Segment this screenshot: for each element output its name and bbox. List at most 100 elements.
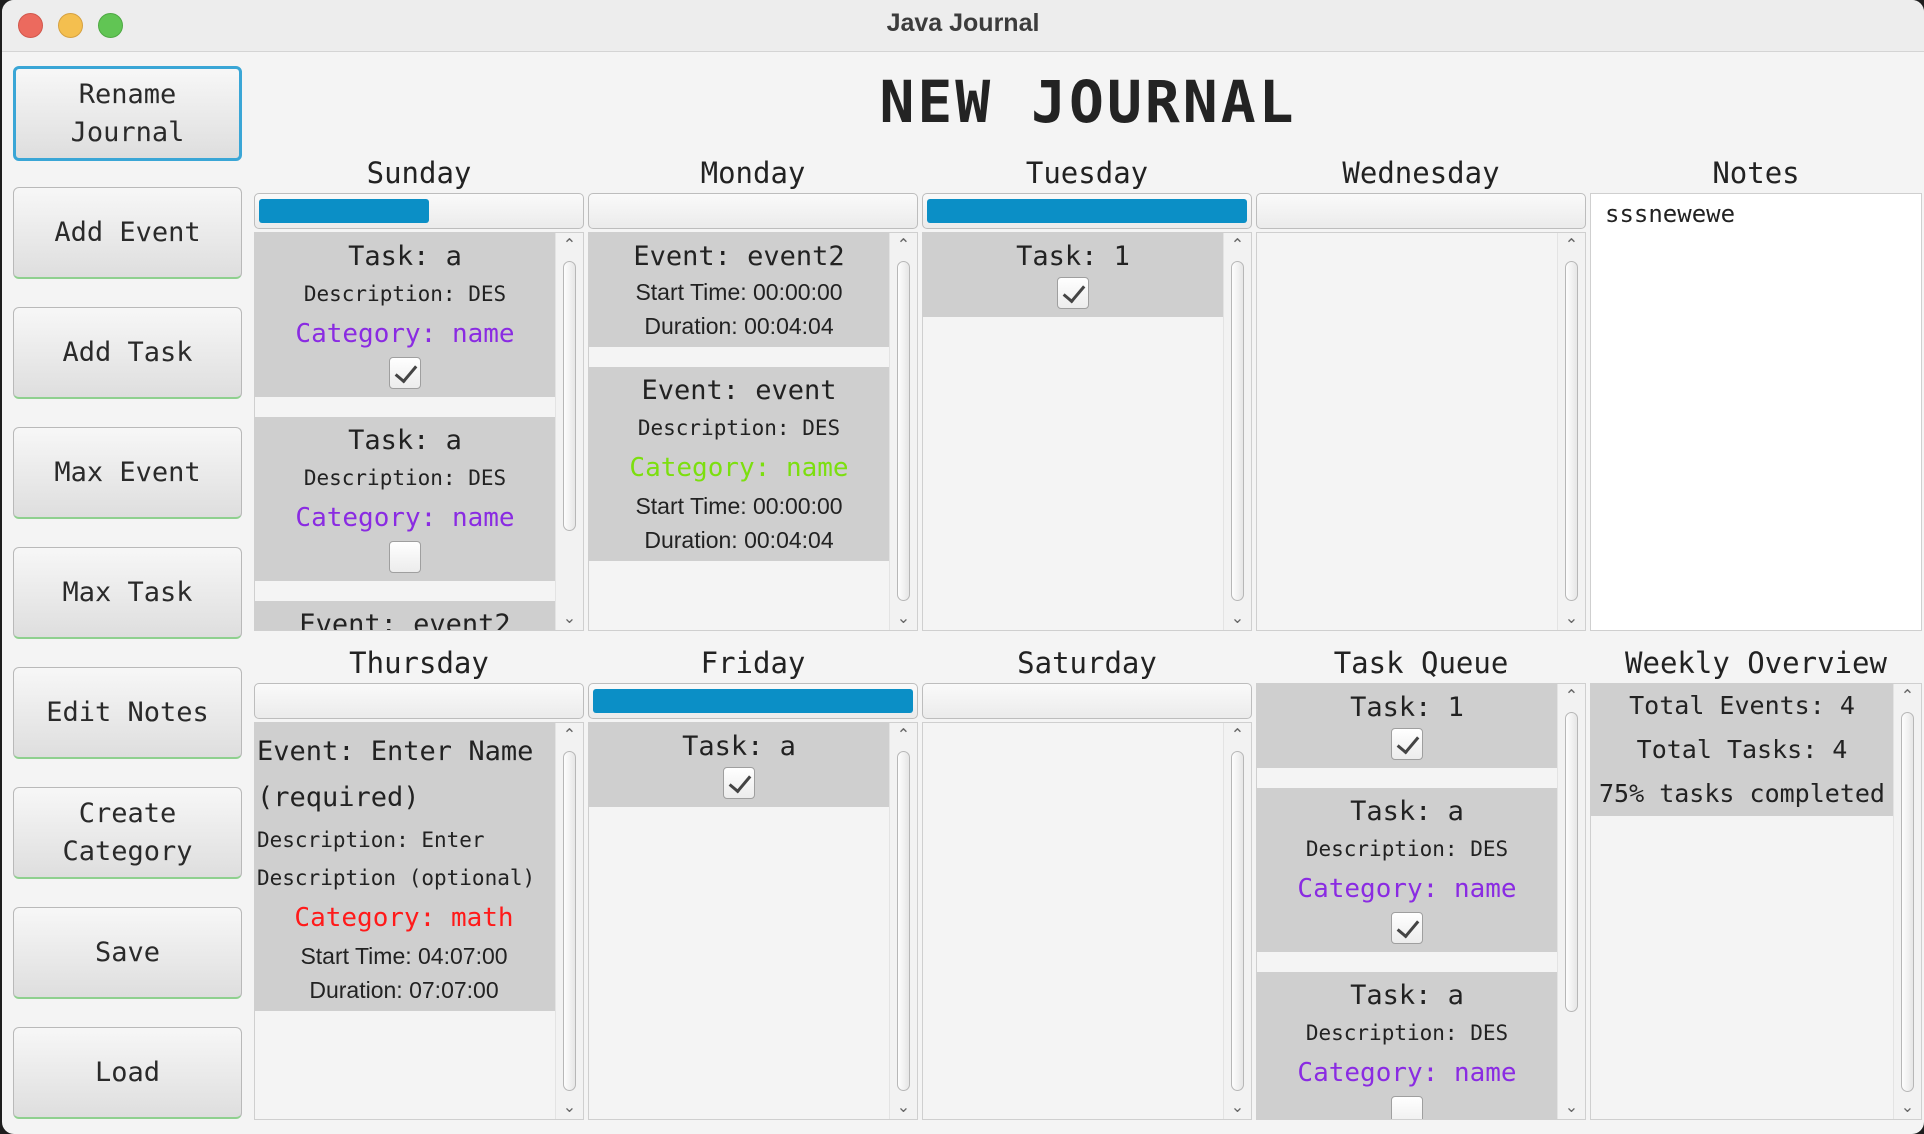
scroll-up-icon[interactable]: ⌃: [556, 235, 583, 255]
load-button[interactable]: Load: [13, 1027, 242, 1119]
scroll-up-icon[interactable]: ⌃: [890, 235, 917, 255]
save-button[interactable]: Save: [13, 907, 242, 999]
max-task-button[interactable]: Max Task: [13, 547, 242, 639]
sunday-header: Sunday: [366, 156, 472, 190]
list-item[interactable]: Task: a Description: DES Category: name: [1257, 788, 1557, 952]
list-item[interactable]: Event: event2: [255, 601, 555, 630]
friday-scrollbar[interactable]: ⌃ ⌄: [889, 723, 917, 1119]
scroll-down-icon[interactable]: ⌄: [1224, 1097, 1251, 1117]
item-duration: Duration: 00:04:04: [644, 527, 834, 553]
item-title: Task: a: [348, 241, 462, 272]
item-category: Category: name: [629, 453, 849, 483]
tuesday-scrollbar[interactable]: ⌃ ⌄: [1223, 233, 1251, 630]
scroll-thumb[interactable]: [1565, 712, 1578, 1012]
item-description: Description: DES: [1305, 837, 1509, 861]
saturday-header: Saturday: [1017, 646, 1157, 680]
tasks-completed: 75% tasks completed: [1599, 779, 1885, 808]
overview-scrollbar[interactable]: ⌃ ⌄: [1893, 684, 1921, 1119]
task-checkbox[interactable]: [1057, 277, 1089, 309]
rename-journal-button[interactable]: Rename Journal: [13, 66, 242, 161]
scroll-down-icon[interactable]: ⌄: [890, 1097, 917, 1117]
list-item[interactable]: Task: a Description: DES Category: name: [255, 233, 555, 397]
sunday-progress: [254, 193, 584, 229]
weekly-overview-panel: Total Events: 4 Total Tasks: 4 75% tasks…: [1590, 683, 1922, 1120]
sunday-list[interactable]: Task: a Description: DES Category: name …: [254, 232, 584, 631]
item-duration: Duration: 00:04:04: [644, 313, 834, 339]
list-item[interactable]: Task: a Description: DES Category: name: [1257, 972, 1557, 1119]
item-title: Event: event2: [633, 241, 845, 272]
thursday-scrollbar[interactable]: ⌃ ⌄: [555, 723, 583, 1119]
monday-list[interactable]: Event: event2 Start Time: 00:00:00 Durat…: [588, 232, 918, 631]
item-title: Task: a: [1350, 796, 1464, 827]
task-queue-header: Task Queue: [1333, 646, 1509, 680]
item-title: Task: a: [1350, 980, 1464, 1011]
max-event-button[interactable]: Max Event: [13, 427, 242, 519]
window-title: Java Journal: [886, 9, 1040, 37]
task-checkbox[interactable]: [389, 357, 421, 389]
scroll-thumb[interactable]: [897, 261, 910, 601]
item-start-time: Start Time: 04:07:00: [300, 943, 508, 969]
notes-area[interactable]: sssnewewe: [1590, 193, 1922, 631]
scroll-down-icon[interactable]: ⌄: [1558, 608, 1585, 628]
create-category-button[interactable]: Create Category: [13, 787, 242, 879]
edit-notes-button[interactable]: Edit Notes: [13, 667, 242, 759]
notes-header: Notes: [1712, 156, 1800, 190]
task-checkbox[interactable]: [1391, 728, 1423, 760]
scroll-thumb[interactable]: [563, 261, 576, 531]
item-description: Description: DES: [303, 466, 507, 490]
title-bar: Java Journal: [2, 0, 1924, 52]
item-category: Category: name: [1297, 1058, 1517, 1088]
friday-progress: [588, 683, 918, 719]
scroll-thumb[interactable]: [1231, 751, 1244, 1091]
thursday-list[interactable]: Event: Enter Name (required) Description…: [254, 722, 584, 1120]
scroll-up-icon[interactable]: ⌃: [1558, 235, 1585, 255]
wednesday-scrollbar[interactable]: ⌃ ⌄: [1557, 233, 1585, 630]
scroll-thumb[interactable]: [897, 751, 910, 1091]
total-tasks: Total Tasks: 4: [1636, 735, 1848, 764]
list-item[interactable]: Task: 1: [1257, 684, 1557, 768]
friday-list[interactable]: Task: a ⌃ ⌄: [588, 722, 918, 1120]
saturday-scrollbar[interactable]: ⌃ ⌄: [1223, 723, 1251, 1119]
list-item[interactable]: Event: event2 Start Time: 00:00:00 Durat…: [589, 233, 889, 347]
task-checkbox[interactable]: [389, 541, 421, 573]
scroll-up-icon[interactable]: ⌃: [556, 725, 583, 745]
list-item[interactable]: Task: a: [589, 723, 889, 807]
scroll-thumb[interactable]: [1565, 261, 1578, 601]
scroll-up-icon[interactable]: ⌃: [1224, 235, 1251, 255]
item-title: Event: event2: [299, 609, 511, 630]
scroll-down-icon[interactable]: ⌄: [1894, 1097, 1921, 1117]
scroll-up-icon[interactable]: ⌃: [1558, 686, 1585, 706]
task-checkbox[interactable]: [1391, 912, 1423, 944]
scroll-down-icon[interactable]: ⌄: [556, 608, 583, 628]
task-queue-scrollbar[interactable]: ⌃ ⌄: [1557, 684, 1585, 1119]
sunday-scrollbar[interactable]: ⌃ ⌄: [555, 233, 583, 630]
scroll-up-icon[interactable]: ⌃: [1224, 725, 1251, 745]
monday-scrollbar[interactable]: ⌃ ⌄: [889, 233, 917, 630]
add-event-button[interactable]: Add Event: [13, 187, 242, 279]
journal-title: NEW JOURNAL: [879, 68, 1297, 136]
scroll-down-icon[interactable]: ⌄: [1558, 1097, 1585, 1117]
total-events: Total Events: 4: [1629, 691, 1855, 720]
scroll-thumb[interactable]: [1901, 712, 1914, 1092]
saturday-list[interactable]: ⌃ ⌄: [922, 722, 1252, 1120]
scroll-down-icon[interactable]: ⌄: [890, 608, 917, 628]
task-queue-list[interactable]: Task: 1 Task: a Description: DES Categor…: [1256, 683, 1586, 1120]
task-checkbox[interactable]: [723, 767, 755, 799]
scroll-up-icon[interactable]: ⌃: [890, 725, 917, 745]
tuesday-header: Tuesday: [1025, 156, 1149, 190]
task-checkbox[interactable]: [1391, 1096, 1423, 1119]
weekly-overview-header: Weekly Overview: [1625, 646, 1887, 680]
tuesday-list[interactable]: Task: 1 ⌃ ⌄: [922, 232, 1252, 631]
wednesday-list[interactable]: ⌃ ⌄: [1256, 232, 1586, 631]
scroll-thumb[interactable]: [1231, 261, 1244, 601]
monday-progress: [588, 193, 918, 229]
scroll-thumb[interactable]: [563, 751, 576, 1091]
list-item[interactable]: Task: a Description: DES Category: name: [255, 417, 555, 581]
add-task-button[interactable]: Add Task: [13, 307, 242, 399]
list-item[interactable]: Event: event Description: DES Category: …: [589, 367, 889, 561]
list-item[interactable]: Task: 1: [923, 233, 1223, 317]
scroll-up-icon[interactable]: ⌃: [1894, 686, 1921, 706]
scroll-down-icon[interactable]: ⌄: [1224, 608, 1251, 628]
scroll-down-icon[interactable]: ⌄: [556, 1097, 583, 1117]
list-item[interactable]: Event: Enter Name (required) Description…: [255, 723, 555, 1011]
